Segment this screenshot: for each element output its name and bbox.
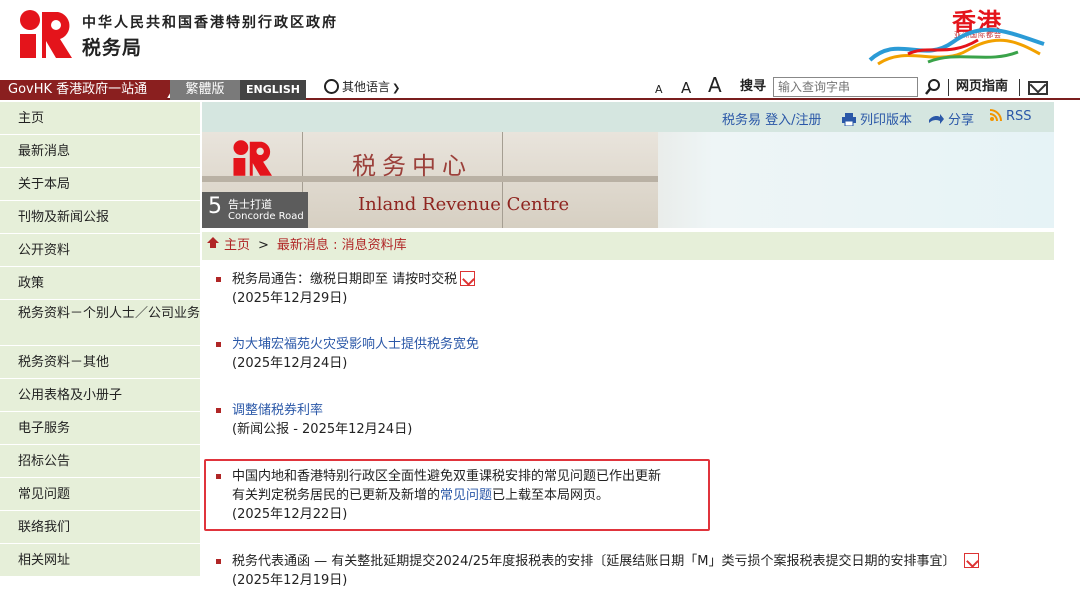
dept-name: 税务局 [82,37,143,59]
ird-logo-icon[interactable] [18,8,72,60]
news-date: (2025年12月24日) [232,356,348,371]
breadcrumb-separator: > [258,238,269,253]
rss-icon [990,109,1002,121]
bullet-icon [216,559,221,564]
sidebar-item-contact[interactable]: 联络我们 [0,511,200,544]
lang-english-link[interactable]: ENGLISH [240,80,306,100]
dragon-swirl-icon [868,27,1045,66]
pdf-icon[interactable] [963,553,979,568]
news-date: (2025年12月19日) [232,573,348,588]
other-language-label: 其他语言 [342,80,391,94]
font-size-large-button[interactable]: A [708,74,722,96]
sidebar-item-home[interactable]: 主页 [0,102,200,135]
divider [948,79,949,96]
sidebar-item-latest-news[interactable]: 最新消息 [0,135,200,168]
banner-ird-logo-icon [233,140,272,176]
sidebar-item-related-links[interactable]: 相关网址 [0,544,200,577]
govhk-link[interactable]: GovHK 香港政府一站通 [0,80,178,100]
sidebar-item-public-info[interactable]: 公开资料 [0,234,200,267]
news-title-link[interactable]: 税务代表通函 — 有关整批延期提交2024/25年度报税表的安排〔延展结账日期「… [232,554,956,569]
rss-link[interactable]: RSS [990,109,1032,124]
news-date: (新闻公报 - 2025年12月24日) [232,422,413,437]
top-nav-bar: GovHK 香港政府一站通 繁體版 ENGLISH 其他语言 ❯ A A A 搜寻… [0,74,1080,101]
globe-icon [324,79,339,94]
bullet-icon [216,277,221,282]
header: 中华人民共和国香港特别行政区政府 税务局 香港 亚洲国际都会 [0,0,1080,76]
lang-traditional-link[interactable]: 繁體版 [170,80,240,100]
rss-label: RSS [1006,109,1032,124]
banner-image: 税务中心 Inland Revenue Centre 5 告士打道 Concor… [202,132,1054,228]
breadcrumb-home-link[interactable]: 主页 [224,238,250,253]
list-item: 调整储税券利率 (新闻公报 - 2025年12月24日) [216,401,412,439]
mail-icon[interactable] [1028,81,1048,95]
breadcrumb-current: 消息资料库 [341,238,407,253]
sidebar-item-policy[interactable]: 政策 [0,267,200,300]
sidebar-item-forms[interactable]: 公用表格及小册子 [0,379,200,412]
banner-english: Inland Revenue Centre [358,194,570,215]
road-name-en: Concorde Road [228,211,304,222]
gov-name: 中华人民共和国香港特别行政区政府 [82,15,338,31]
search-input[interactable] [773,77,918,97]
breadcrumb-latest-news-link[interactable]: 最新消息 [277,238,329,253]
news-date: (2025年12月29日) [232,291,348,306]
road-sign: 5 告士打道 Concorde Road [202,192,308,228]
pdf-icon[interactable] [460,271,476,286]
breadcrumb-colon: : [328,238,342,253]
print-label: 列印版本 [860,113,913,128]
banner-hanzi: 税务中心 [352,152,472,180]
sidebar-item-e-services[interactable]: 电子服务 [0,412,200,445]
news-title-link[interactable]: 调整储税券利率 [232,403,323,418]
share-label: 分享 [948,113,975,128]
utility-bar: 税务易 登入/注册 列印版本 分享 RSS [202,102,1054,132]
news-title-link[interactable]: 为大埔宏福苑火灾受影响人士提供税务宽免 [232,337,479,352]
banner-building: 税务中心 Inland Revenue Centre 5 告士打道 Concor… [202,132,658,228]
share-icon [929,114,944,124]
search-label: 搜寻 [740,79,767,94]
sidebar-item-faq[interactable]: 常见问题 [0,478,200,511]
font-size-medium-button[interactable]: A [681,77,691,99]
list-item: 为大埔宏福苑火灾受影响人士提供税务宽免 (2025年12月24日) [216,335,479,373]
etax-login-link[interactable]: 税务易 登入/注册 [722,109,822,128]
news-title-link[interactable]: 税务局通告：缴税日期即至 请按时交税 [232,272,457,287]
bullet-icon [216,342,221,347]
sidebar-item-publications[interactable]: 刊物及新闻公报 [0,201,200,234]
sidebar-item-about[interactable]: 关于本局 [0,168,200,201]
sidebar: 主页 最新消息 关于本局 刊物及新闻公报 公开资料 政策 税务资料－个别人士／公… [0,102,200,599]
printer-icon [842,113,856,126]
sitemap-link[interactable]: 网页指南 [956,78,1008,96]
road-name-zh: 告士打道 [228,198,272,211]
sidebar-item-tenders[interactable]: 招标公告 [0,445,200,478]
share-link[interactable]: 分享 [928,109,974,128]
bullet-icon [216,408,221,413]
font-size-small-button[interactable]: A [655,79,663,101]
sidebar-item-tax-info-other[interactable]: 税务资料－其他 [0,346,200,379]
print-link[interactable]: 列印版本 [842,109,912,128]
sidebar-item-tax-info-individual[interactable]: 税务资料－个别人士／公司业务 [0,300,200,346]
chevron-down-icon: ❯ [392,83,401,94]
list-item: 税务局通告：缴税日期即至 请按时交税 (2025年12月29日) [216,270,476,308]
other-language-dropdown[interactable]: 其他语言 ❯ [324,78,400,98]
list-item: 税务代表通函 — 有关整批延期提交2024/25年度报税表的安排〔延展结账日期「… [216,552,979,590]
home-icon[interactable] [207,237,219,250]
brand-hk-logo[interactable]: 香港 亚洲国际都会 [868,2,1048,70]
breadcrumb: 主页 > 最新消息 : 消息资料库 [202,232,1054,260]
divider [1019,79,1020,96]
highlight-box [204,459,710,531]
road-number: 5 [208,194,222,219]
search-icon[interactable] [922,77,944,97]
